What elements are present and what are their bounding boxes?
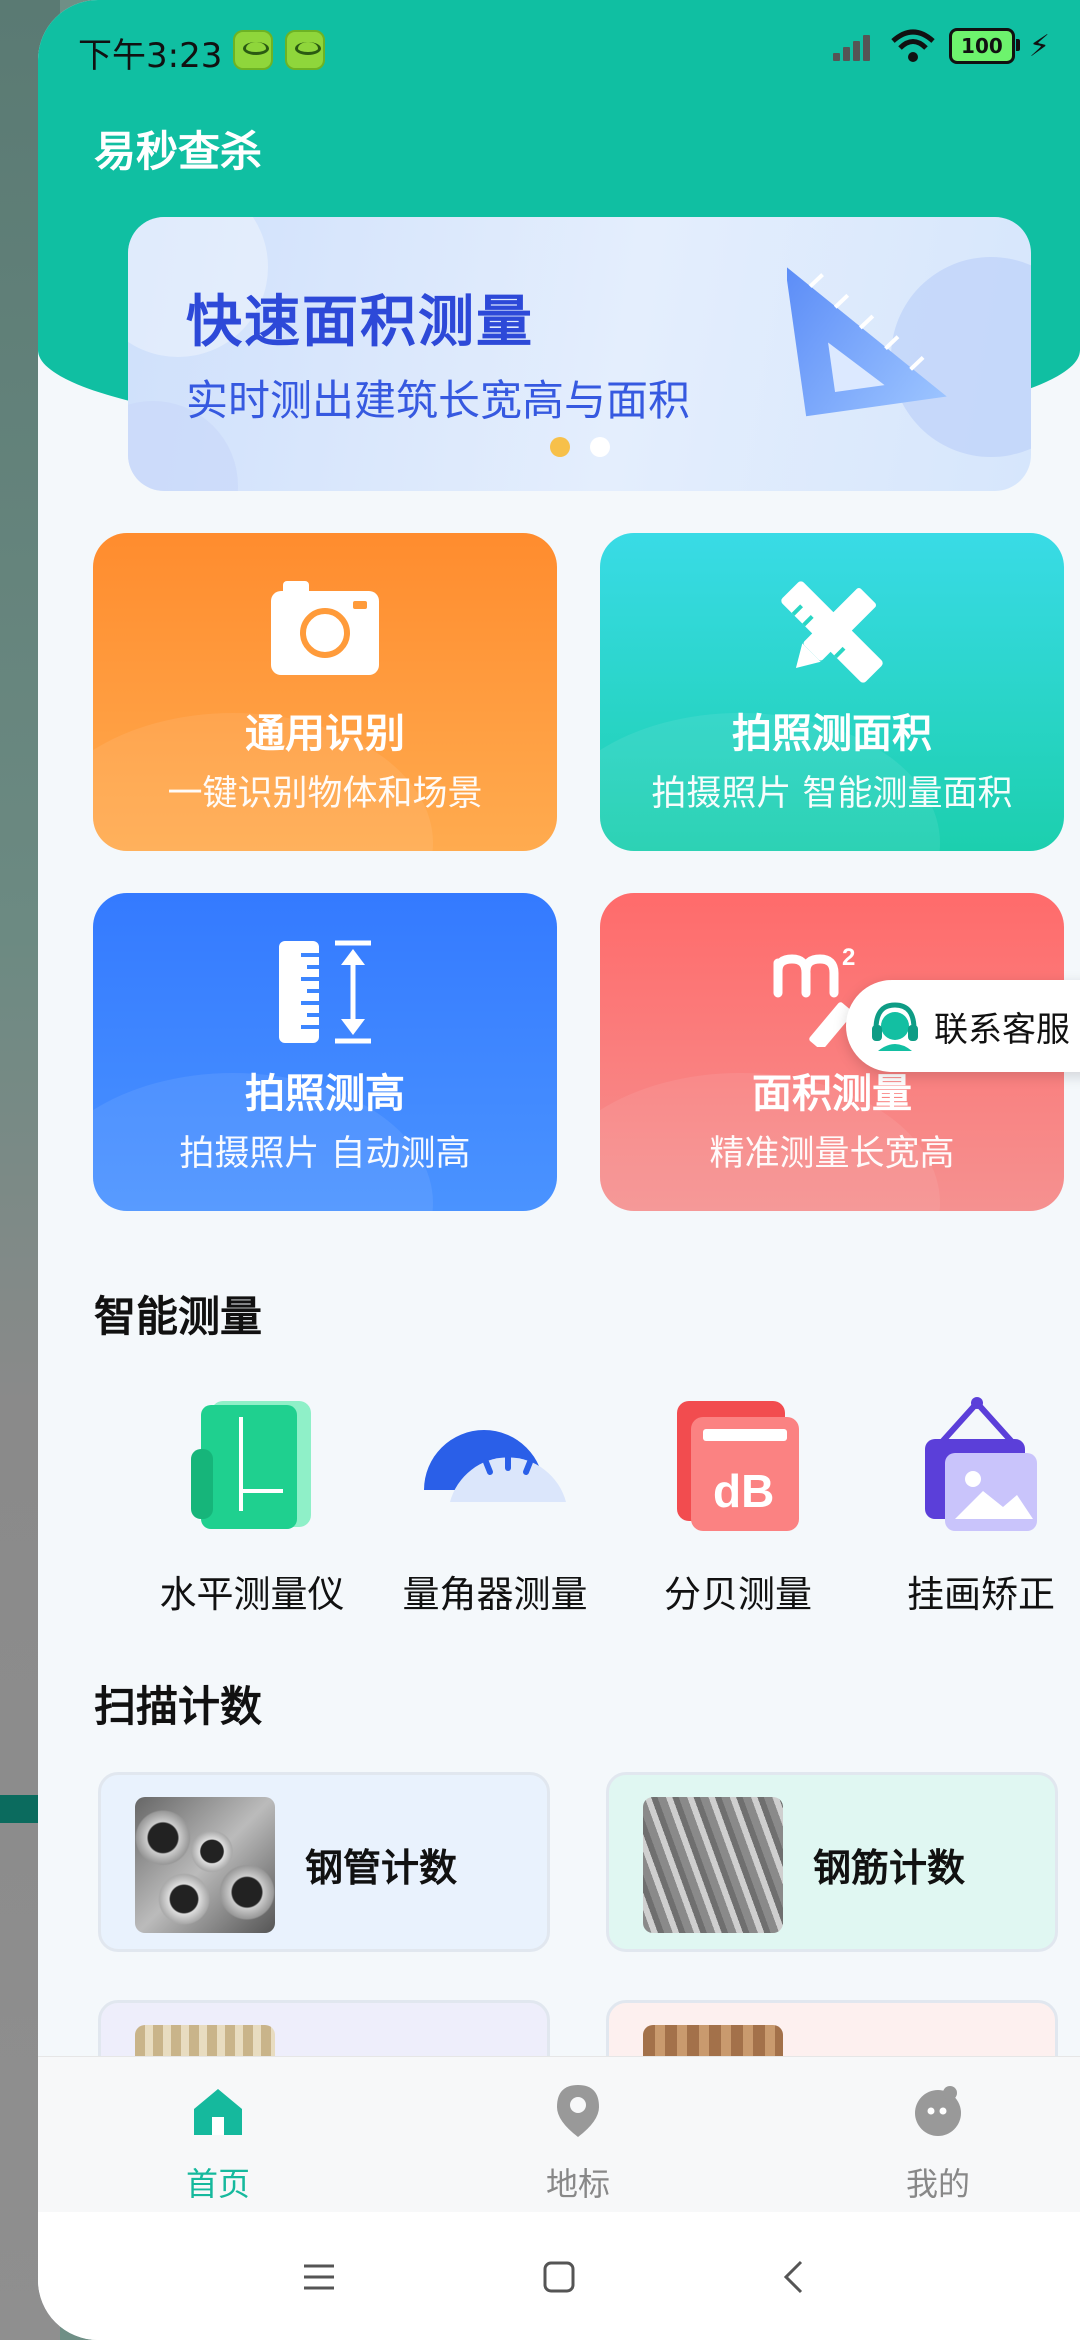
headset-icon xyxy=(872,1002,918,1051)
battery-icon: 100 xyxy=(948,28,1020,64)
promo-banner[interactable]: 快速面积测量 实时测出建筑长宽高与面积 xyxy=(128,217,1031,491)
customer-service-label: 联系客服 xyxy=(934,1009,1070,1050)
banner-pagination xyxy=(128,437,1031,457)
pagination-dot[interactable] xyxy=(589,437,610,457)
app-window: 下午3:23 100 ⚡ 易秒查杀 快速面积测量 实时测出建筑长宽高与面积 通用… xyxy=(38,0,1080,2340)
tab-label: 首页 xyxy=(185,2165,250,2203)
card-title: 拍照测面积 xyxy=(732,711,932,757)
level-icon xyxy=(191,1401,311,1529)
tool-level[interactable]: 水平测量仪 xyxy=(132,1390,372,1618)
notification-app-icon xyxy=(285,30,325,70)
card-title: 拍照测高 xyxy=(245,1071,405,1117)
card-subtitle: 拍摄照片 自动测高 xyxy=(179,1134,471,1174)
scan-label: 钢筋计数 xyxy=(813,1846,966,1890)
location-pin-icon xyxy=(557,2085,599,2137)
charging-icon: ⚡ xyxy=(1028,28,1050,64)
battery-level: 100 xyxy=(961,34,1003,58)
svg-text:2: 2 xyxy=(842,944,855,971)
tool-protractor[interactable]: 量角器测量 xyxy=(375,1390,615,1618)
banner-title: 快速面积测量 xyxy=(186,290,534,355)
camera-icon xyxy=(271,581,379,675)
scan-item-steel-pipe[interactable]: 钢管计数 xyxy=(98,1772,550,1952)
picture-frame-icon xyxy=(925,1397,1037,1531)
notification-app-icon xyxy=(233,30,273,70)
card-subtitle: 拍摄照片 智能测量面积 xyxy=(651,774,1013,814)
section-title-smart: 智能测量 xyxy=(94,1292,263,1341)
protractor-icon xyxy=(424,1430,566,1502)
app-title: 易秒查杀 xyxy=(94,127,263,176)
svg-text:dB: dB xyxy=(713,1465,774,1517)
home-icon xyxy=(194,2089,242,2135)
pagination-dot[interactable] xyxy=(549,437,570,457)
tool-decibel[interactable]: dB 分贝测量 xyxy=(618,1390,858,1618)
tool-label: 量角器测量 xyxy=(402,1573,588,1616)
tool-label: 水平测量仪 xyxy=(159,1573,345,1616)
banner-subtitle: 实时测出建筑长宽高与面积 xyxy=(186,376,691,425)
system-navigation-bar xyxy=(38,2212,1080,2340)
card-general-recognition[interactable]: 通用识别 一键识别物体和场景 xyxy=(93,533,557,851)
customer-service-button[interactable]: 联系客服 xyxy=(846,980,1080,1072)
menu-icon[interactable] xyxy=(294,2252,344,2302)
profile-face-icon xyxy=(915,2086,961,2136)
tab-label: 地标 xyxy=(545,2165,610,2203)
scan-item-rebar[interactable]: 钢筋计数 xyxy=(606,1772,1058,1952)
scan-label: 钢管计数 xyxy=(305,1846,458,1890)
back-icon[interactable] xyxy=(768,2252,818,2302)
card-subtitle: 一键识别物体和场景 xyxy=(167,774,483,814)
bottom-tab-bar: 首页 地标 我的 xyxy=(38,2056,1080,2212)
rebar-thumbnail xyxy=(643,1797,783,1933)
triangle-ruler-icon xyxy=(787,265,947,417)
height-ruler-icon xyxy=(279,940,371,1044)
smart-tools-row: 水平测量仪 量角器测量 dB 分贝测量 挂画矫正 xyxy=(38,1390,1080,1620)
status-time: 下午3:23 xyxy=(78,36,223,76)
tool-label: 分贝测量 xyxy=(664,1573,812,1616)
tab-home[interactable]: 首页 xyxy=(118,2081,318,2205)
home-nav-icon[interactable] xyxy=(534,2252,584,2302)
card-photo-area[interactable]: 拍照测面积 拍摄照片 智能测量面积 xyxy=(600,533,1064,851)
tab-profile[interactable]: 我的 xyxy=(838,2081,1038,2205)
card-photo-height[interactable]: 拍照测高 拍摄照片 自动测高 xyxy=(93,893,557,1211)
status-bar: 下午3:23 100 ⚡ xyxy=(38,0,1080,96)
signal-icon xyxy=(832,29,877,63)
tab-landmark[interactable]: 地标 xyxy=(478,2081,678,2205)
pencil-ruler-icon xyxy=(781,581,883,683)
section-title-scan: 扫描计数 xyxy=(94,1682,263,1731)
tool-picture-correction[interactable]: 挂画矫正 xyxy=(861,1390,1080,1618)
card-title: 通用识别 xyxy=(245,711,405,757)
steel-pipe-thumbnail xyxy=(135,1797,275,1933)
tab-label: 我的 xyxy=(905,2165,970,2203)
wifi-icon xyxy=(891,29,935,62)
decibel-icon: dB xyxy=(677,1401,799,1531)
tool-label: 挂画矫正 xyxy=(907,1573,1055,1616)
card-subtitle: 精准测量长宽高 xyxy=(709,1134,955,1174)
